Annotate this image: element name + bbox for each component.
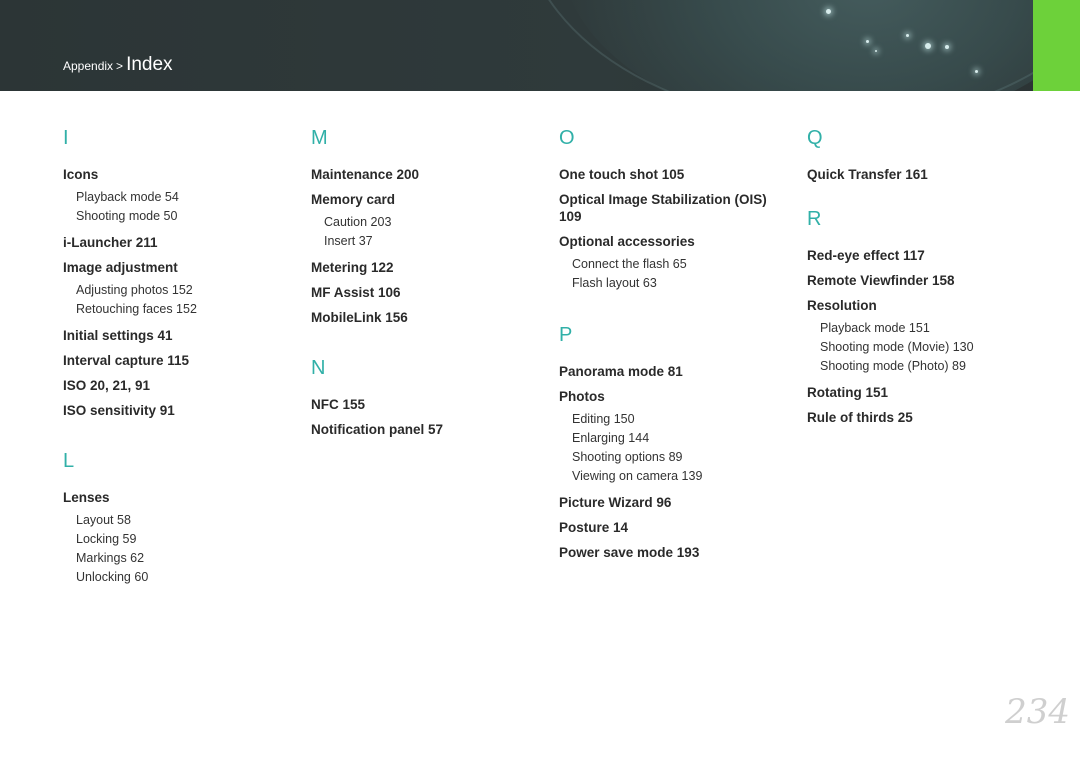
index-entry[interactable]: Power save mode 193 xyxy=(559,544,789,561)
breadcrumb: Appendix > Index xyxy=(63,54,173,76)
index-entry[interactable]: Optical Image Stabilization (OIS) 109 xyxy=(559,191,789,225)
index-section: I Icons Playback mode 54 Shooting mode 50 i-… xyxy=(63,124,293,419)
sub-entry-list: Layout 58 Locking 59 Markings 62 Unlocking … xyxy=(76,511,293,587)
index-sub-entry[interactable]: Locking 59 xyxy=(76,530,293,549)
index-entry[interactable]: Memory card xyxy=(311,191,541,208)
breadcrumb-separator: > xyxy=(116,59,124,73)
index-sub-entry[interactable]: Editing 150 xyxy=(572,410,789,429)
section-letter: L xyxy=(63,450,75,472)
index-column: I Icons Playback mode 54 Shooting mode 50 i-… xyxy=(63,124,293,609)
sub-entry-list: Playback mode 151 Shooting mode (Movie) 1… xyxy=(820,319,1037,376)
index-entry[interactable]: ISO sensitivity 91 xyxy=(63,402,293,419)
index-entry[interactable]: Metering 122 xyxy=(311,259,541,276)
sparkle-decoration xyxy=(906,34,909,37)
index-entry[interactable]: Image adjustment xyxy=(63,259,293,276)
index-sub-entry[interactable]: Shooting mode (Photo) 89 xyxy=(820,357,1037,376)
index-sub-entry[interactable]: Viewing on camera 139 xyxy=(572,467,789,486)
section-letter: N xyxy=(311,357,326,379)
sub-entry-list: Adjusting photos 152 Retouching faces 152 xyxy=(76,281,293,319)
index-entry[interactable]: Posture 14 xyxy=(559,519,789,536)
index-section: Q Quick Transfer 161 xyxy=(807,124,1037,183)
section-letter: M xyxy=(311,127,328,149)
page-title: Index xyxy=(126,54,173,75)
index-section: R Red-eye effect 117 Remote Viewfinder 158… xyxy=(807,205,1037,426)
sparkle-decoration xyxy=(866,40,869,43)
index-column: Q Quick Transfer 161 R Red-eye effect 117 Re… xyxy=(807,124,1037,448)
index-sub-entry[interactable]: Caution 203 xyxy=(324,213,541,232)
index-section: N NFC 155 Notification panel 57 xyxy=(311,354,541,438)
index-entry[interactable]: Rule of thirds 25 xyxy=(807,409,1037,426)
index-entry[interactable]: Panorama mode 81 xyxy=(559,363,789,380)
sparkle-decoration xyxy=(925,43,931,49)
sub-entry-list: Connect the flash 65 Flash layout 63 xyxy=(572,255,789,293)
index-sub-entry[interactable]: Layout 58 xyxy=(76,511,293,530)
sparkle-decoration xyxy=(945,45,949,49)
index-section: L Lenses Layout 58 Locking 59 Markings 62 Unl… xyxy=(63,447,293,587)
index-entry[interactable]: Initial settings 41 xyxy=(63,327,293,344)
page-header: Appendix > Index xyxy=(0,0,1080,91)
index-entry[interactable]: MobileLink 156 xyxy=(311,309,541,326)
index-entry[interactable]: Optional accessories xyxy=(559,233,789,250)
index-section: O One touch shot 105 Optical Image Stabili… xyxy=(559,124,789,293)
sparkle-decoration xyxy=(975,70,978,73)
index-section: M Maintenance 200 Memory card Caution 203 In… xyxy=(311,124,541,326)
index-sub-entry[interactable]: Playback mode 54 xyxy=(76,188,293,207)
sub-entry-list: Playback mode 54 Shooting mode 50 xyxy=(76,188,293,226)
index-entry[interactable]: Picture Wizard 96 xyxy=(559,494,789,511)
section-letter: O xyxy=(559,127,575,149)
index-entry[interactable]: ISO 20, 21, 91 xyxy=(63,377,293,394)
sub-entry-list: Caution 203 Insert 37 xyxy=(324,213,541,251)
index-entry[interactable]: Remote Viewfinder 158 xyxy=(807,272,1037,289)
sparkle-decoration xyxy=(875,50,877,52)
section-letter: R xyxy=(807,208,822,230)
index-entry[interactable]: NFC 155 xyxy=(311,396,541,413)
index-column: O One touch shot 105 Optical Image Stabili… xyxy=(559,124,789,583)
index-sub-entry[interactable]: Enlarging 144 xyxy=(572,429,789,448)
sub-entry-list: Editing 150 Enlarging 144 Shooting options… xyxy=(572,410,789,486)
index-section: P Panorama mode 81 Photos Editing 150 Enlarg… xyxy=(559,321,789,561)
index-sub-entry[interactable]: Unlocking 60 xyxy=(76,568,293,587)
index-sub-entry[interactable]: Adjusting photos 152 xyxy=(76,281,293,300)
index-entry[interactable]: One touch shot 105 xyxy=(559,166,789,183)
index-sub-entry[interactable]: Markings 62 xyxy=(76,549,293,568)
index-column: M Maintenance 200 Memory card Caution 203 In… xyxy=(311,124,541,460)
index-entry[interactable]: Icons xyxy=(63,166,293,183)
section-letter: I xyxy=(63,127,69,149)
index-entry[interactable]: MF Assist 106 xyxy=(311,284,541,301)
sparkle-decoration xyxy=(826,9,831,14)
index-sub-entry[interactable]: Connect the flash 65 xyxy=(572,255,789,274)
index-entry[interactable]: Red-eye effect 117 xyxy=(807,247,1037,264)
index-entry[interactable]: Lenses xyxy=(63,489,293,506)
section-letter: Q xyxy=(807,127,823,149)
index-sub-entry[interactable]: Flash layout 63 xyxy=(572,274,789,293)
chapter-tab xyxy=(1033,0,1080,91)
index-sub-entry[interactable]: Shooting mode (Movie) 130 xyxy=(820,338,1037,357)
index-entry[interactable]: Photos xyxy=(559,388,789,405)
page-number: 234 xyxy=(1005,692,1070,732)
index-sub-entry[interactable]: Retouching faces 152 xyxy=(76,300,293,319)
index-entry[interactable]: Notification panel 57 xyxy=(311,421,541,438)
index-sub-entry[interactable]: Insert 37 xyxy=(324,232,541,251)
index-entry[interactable]: i-Launcher 211 xyxy=(63,234,293,251)
index-sub-entry[interactable]: Shooting options 89 xyxy=(572,448,789,467)
index-entry[interactable]: Rotating 151 xyxy=(807,384,1037,401)
index-sub-entry[interactable]: Shooting mode 50 xyxy=(76,207,293,226)
index-entry[interactable]: Maintenance 200 xyxy=(311,166,541,183)
index-sub-entry[interactable]: Playback mode 151 xyxy=(820,319,1037,338)
section-letter: P xyxy=(559,324,573,346)
breadcrumb-parent[interactable]: Appendix xyxy=(63,59,113,73)
header-arc-line xyxy=(520,0,1080,91)
index-entry[interactable]: Interval capture 115 xyxy=(63,352,293,369)
index-entry[interactable]: Resolution xyxy=(807,297,1037,314)
index-entry[interactable]: Quick Transfer 161 xyxy=(807,166,1037,183)
